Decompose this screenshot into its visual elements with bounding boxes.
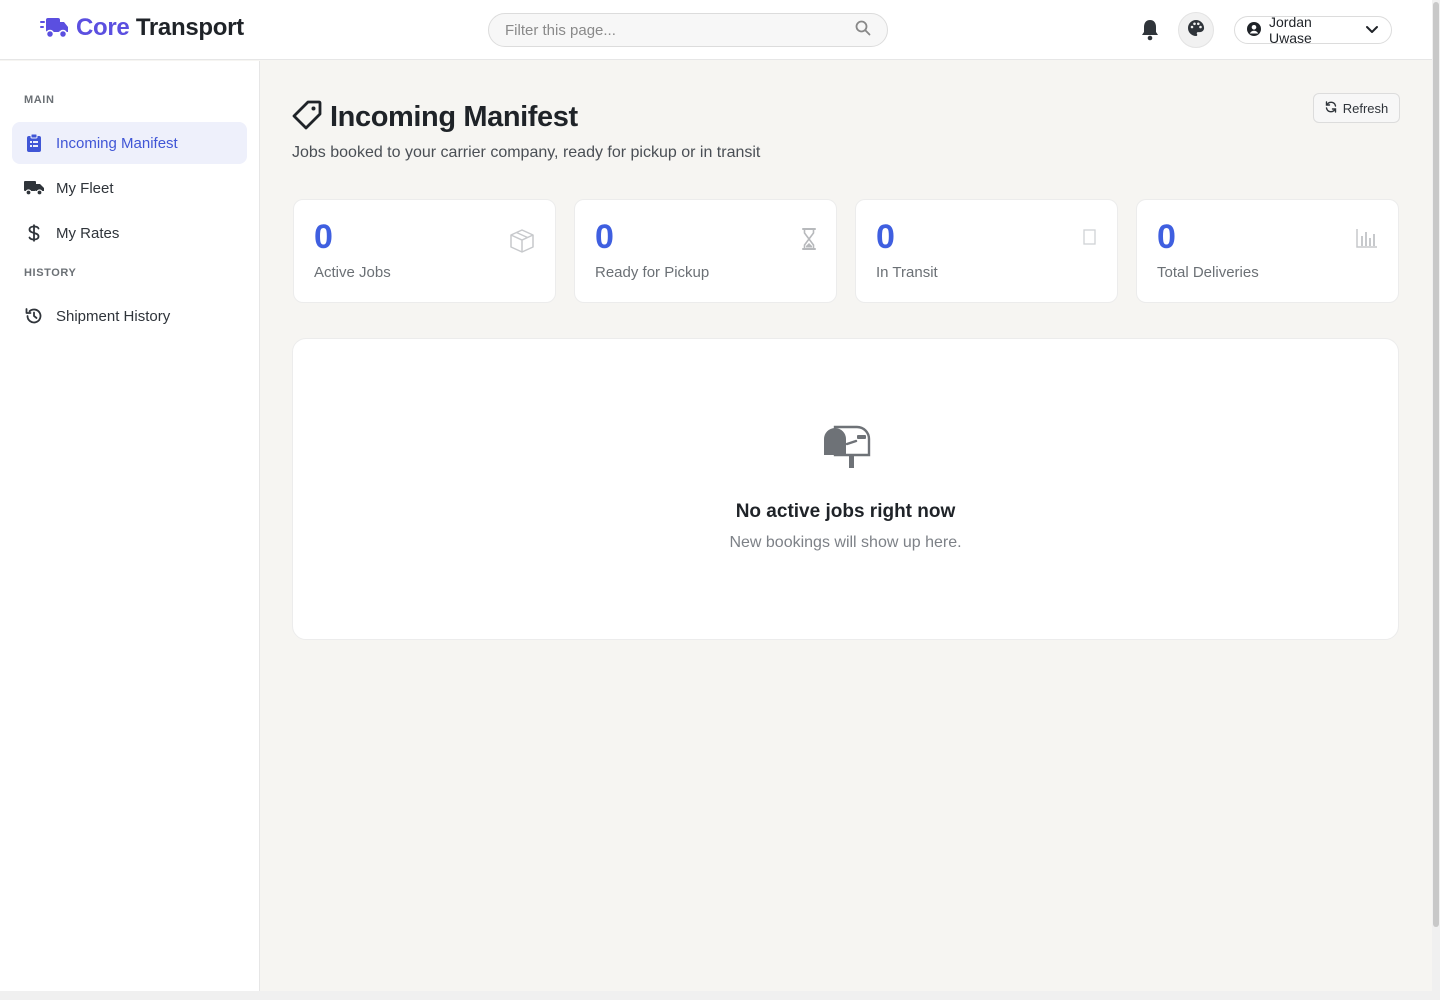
- transit-icon: [1083, 228, 1097, 251]
- sidebar-item-incoming-manifest[interactable]: Incoming Manifest: [12, 122, 247, 164]
- refresh-icon: [1325, 100, 1337, 116]
- brand-name: Core Transport: [76, 14, 244, 42]
- tag-icon: [292, 100, 322, 135]
- empty-state-title: No active jobs right now: [735, 501, 956, 522]
- dollar-icon: [24, 223, 44, 243]
- stat-value: 0: [1157, 218, 1176, 256]
- clipboard-list-icon: [24, 133, 44, 153]
- stat-label: In Transit: [876, 264, 938, 281]
- sidebar-item-label: My Fleet: [56, 179, 114, 197]
- user-menu-button[interactable]: Jordan Uwase: [1234, 14, 1392, 46]
- brand-name-part2: Transport: [135, 14, 244, 41]
- scrollbar-thumb[interactable]: [1433, 2, 1439, 927]
- search-icon[interactable]: [855, 20, 871, 41]
- sidebar-section-history: HISTORY: [24, 267, 77, 279]
- sidebar-section-main: MAIN: [24, 94, 55, 106]
- stat-card-in-transit: 0 In Transit: [855, 199, 1118, 303]
- brand-logo[interactable]: Core Transport: [40, 14, 244, 42]
- vertical-scrollbar[interactable]: [1432, 0, 1440, 1000]
- user-circle-icon: [1247, 21, 1261, 39]
- empty-state-subtitle: New bookings will show up here.: [729, 534, 962, 551]
- hourglass-icon: [802, 228, 816, 255]
- box-icon: [509, 228, 535, 259]
- search-box: [488, 13, 888, 47]
- stat-label: Active Jobs: [314, 264, 391, 281]
- page-title: Incoming Manifest: [330, 101, 578, 133]
- brand-name-part1: Core: [76, 14, 130, 41]
- stat-label: Total Deliveries: [1157, 264, 1259, 281]
- refresh-button[interactable]: Refresh: [1313, 93, 1400, 123]
- history-icon: [24, 306, 44, 326]
- bell-icon[interactable]: [1140, 19, 1160, 46]
- page-header: Incoming Manifest: [292, 100, 578, 135]
- theme-button[interactable]: [1178, 12, 1214, 48]
- jobs-empty-state: No active jobs right now New bookings wi…: [292, 338, 1399, 640]
- horizontal-scrollbar[interactable]: [0, 991, 1432, 1000]
- page-subtitle: Jobs booked to your carrier company, rea…: [292, 144, 761, 161]
- sidebar-item-label: Shipment History: [56, 307, 171, 325]
- stat-card-ready-for-pickup: 0 Ready for Pickup: [574, 199, 837, 303]
- sidebar-item-shipment-history[interactable]: Shipment History: [12, 295, 247, 337]
- stat-label: Ready for Pickup: [595, 264, 710, 281]
- mailbox-icon: [823, 423, 871, 474]
- sidebar-item-label: My Rates: [56, 224, 120, 242]
- stat-value: 0: [314, 218, 333, 256]
- top-bar: Core Transport Jordan Uwase: [0, 0, 1432, 60]
- stat-value: 0: [595, 218, 614, 256]
- truck-icon: [24, 178, 44, 198]
- sidebar-item-my-fleet[interactable]: My Fleet: [12, 167, 247, 209]
- stat-card-total-deliveries: 0 Total Deliveries: [1136, 199, 1399, 303]
- sidebar-item-my-rates[interactable]: My Rates: [12, 212, 247, 254]
- stat-card-active-jobs: 0 Active Jobs: [293, 199, 556, 303]
- refresh-label: Refresh: [1342, 100, 1389, 116]
- chevron-down-icon: [1365, 22, 1379, 38]
- sidebar: MAIN Incoming Manifest My Fleet My Rates…: [0, 61, 260, 991]
- sidebar-item-label: Incoming Manifest: [56, 134, 178, 152]
- user-name: Jordan Uwase: [1269, 14, 1312, 46]
- bar-chart-icon: [1356, 228, 1378, 253]
- search-input[interactable]: [505, 21, 855, 39]
- stat-value: 0: [876, 218, 895, 256]
- truck-fast-icon: [40, 15, 70, 41]
- palette-icon: [1187, 19, 1205, 42]
